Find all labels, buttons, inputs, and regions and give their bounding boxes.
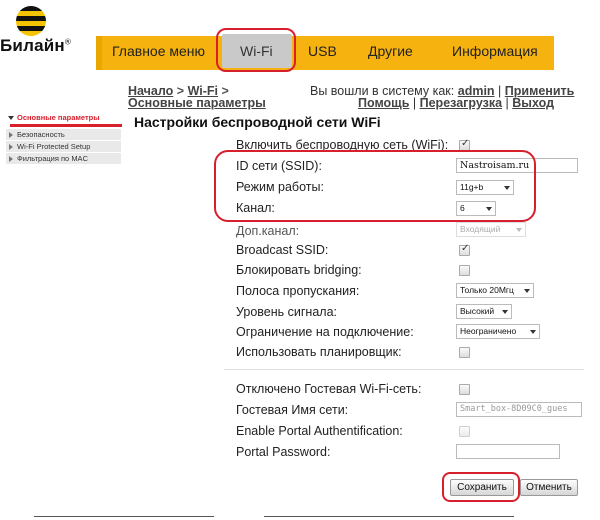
- portal-auth-label: Enable Portal Authentification:: [236, 424, 403, 438]
- bandwidth-select[interactable]: Только 20Мгц: [456, 283, 534, 298]
- bottom-border-line: [34, 516, 214, 517]
- conn-limit-select-value: Неограничено: [460, 326, 517, 336]
- brand-reg: ®: [64, 37, 71, 47]
- chevron-down-icon: [530, 330, 536, 334]
- chevron-down-icon: [504, 186, 510, 190]
- signal-level-select[interactable]: Высокий: [456, 304, 512, 319]
- ext-channel-label: Доп.канал:: [236, 224, 300, 238]
- breadcrumb-current-link[interactable]: Основные параметры: [128, 96, 266, 110]
- channel-label: Канал:: [236, 201, 275, 215]
- broadcast-ssid-checkbox[interactable]: [459, 243, 470, 256]
- menu-item-wifi[interactable]: Wi-Fi: [240, 43, 273, 59]
- reboot-link[interactable]: Перезагрузка: [420, 96, 502, 110]
- conn-limit-label: Ограничение на подключение:: [236, 325, 414, 339]
- mode-label: Режим работы:: [236, 180, 324, 194]
- save-button[interactable]: Сохранить: [450, 479, 514, 496]
- bandwidth-select-value: Только 20Мгц: [460, 285, 514, 295]
- guest-disabled-label: Отключено Гостевая Wi-Fi-сеть:: [236, 382, 422, 396]
- header-links: Помощь | Перезагрузка | Выход: [358, 96, 555, 110]
- cancel-button[interactable]: Отменить: [520, 479, 578, 496]
- broadcast-ssid-label: Broadcast SSID:: [236, 243, 329, 257]
- block-bridging-checkbox[interactable]: [459, 265, 470, 276]
- guest-disabled-checkbox[interactable]: [459, 384, 470, 395]
- logout-link[interactable]: Выход: [512, 96, 554, 110]
- sidebar-item-wps[interactable]: Wi-Fi Protected Setup: [6, 141, 121, 152]
- sidebar-item-basic[interactable]: Основные параметры: [6, 112, 121, 123]
- sidebar-item-security[interactable]: Безопасность: [6, 129, 121, 140]
- breadcrumb-current: Основные параметры: [128, 96, 266, 110]
- conn-limit-select[interactable]: Неограничено: [456, 324, 540, 339]
- chevron-down-icon: [502, 310, 508, 314]
- channel-select-value: 6: [460, 203, 465, 213]
- ext-channel-select-value: Входящий: [460, 224, 501, 234]
- menu-item-main[interactable]: Главное меню: [112, 43, 205, 59]
- scheduler-label: Использовать планировщик:: [236, 345, 402, 359]
- chevron-down-icon: [516, 228, 522, 232]
- sidebar: Основные параметры Безопасность Wi-Fi Pr…: [6, 112, 122, 165]
- channel-select[interactable]: 6: [456, 201, 496, 216]
- enable-wifi-label: Включить беспроводную сеть (WiFi):: [236, 138, 449, 152]
- menu-item-other[interactable]: Другие: [368, 43, 413, 59]
- beeline-logo-icon: [16, 6, 46, 36]
- sidebar-active-underline: [10, 124, 122, 127]
- ext-channel-select: Входящий: [456, 222, 526, 237]
- sidebar-item-mac-filter[interactable]: Фильтрация по MAC: [6, 153, 121, 164]
- page-title: Настройки беспроводной сети WiFi: [134, 114, 381, 130]
- guest-ssid-input[interactable]: Smart_box-8D09C0_gues: [456, 402, 582, 417]
- chevron-down-icon: [524, 289, 530, 293]
- portal-password-label: Portal Password:: [236, 445, 331, 459]
- signal-level-select-value: Высокий: [460, 306, 495, 316]
- enable-wifi-checkbox[interactable]: [459, 138, 470, 151]
- portal-password-input[interactable]: [456, 444, 560, 459]
- portal-auth-checkbox[interactable]: [459, 426, 470, 437]
- top-menu-bar-edge: [96, 36, 102, 70]
- bottom-border-line: [264, 516, 514, 517]
- help-link[interactable]: Помощь: [358, 96, 409, 110]
- chevron-down-icon: [486, 207, 492, 211]
- guest-ssid-label: Гостевая Имя сети:: [236, 403, 349, 417]
- ssid-label: ID сети (SSID):: [236, 159, 322, 173]
- menu-item-usb[interactable]: USB: [308, 43, 337, 59]
- scheduler-checkbox[interactable]: [459, 347, 470, 358]
- menu-item-info[interactable]: Информация: [452, 43, 538, 59]
- signal-level-label: Уровень сигнала:: [236, 305, 337, 319]
- bandwidth-label: Полоса пропускания:: [236, 284, 360, 298]
- mode-select[interactable]: 11g+b: [456, 180, 514, 195]
- section-divider: [224, 369, 584, 370]
- ssid-input[interactable]: Nastroisam.ru: [456, 158, 578, 173]
- block-bridging-label: Блокировать bridging:: [236, 263, 362, 277]
- mode-select-value: 11g+b: [460, 182, 484, 192]
- brand-name: Билайн: [0, 36, 65, 55]
